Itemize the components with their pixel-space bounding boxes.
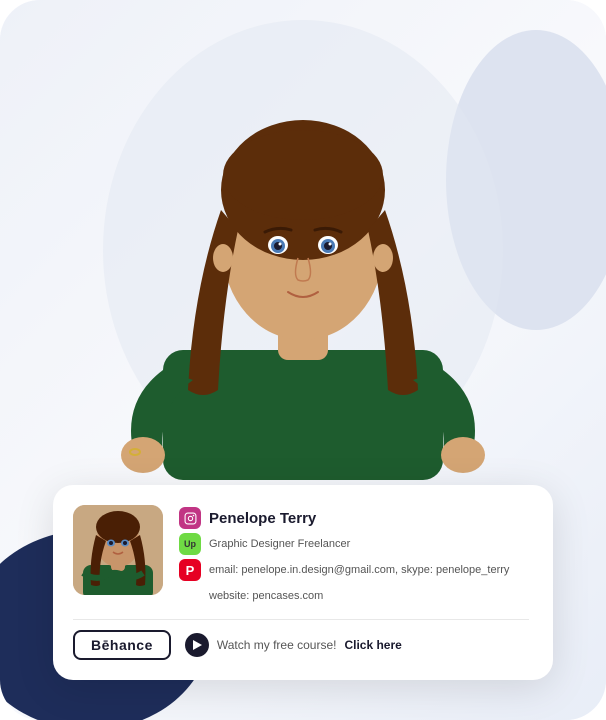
upwork-icon: Up xyxy=(179,533,201,555)
pinterest-icon: P xyxy=(179,559,201,581)
profile-card-wrapper: Penelope Terry Up Graphic Designer Freel… xyxy=(53,485,553,680)
info-rows: Penelope Terry Up Graphic Designer Freel… xyxy=(179,507,529,607)
play-triangle xyxy=(193,640,202,650)
card-top: Penelope Terry Up Graphic Designer Freel… xyxy=(73,505,529,607)
scene: Penelope Terry Up Graphic Designer Freel… xyxy=(0,0,606,720)
email-row: P email: penelope.in.design@gmail.com, s… xyxy=(179,559,529,581)
instagram-icon xyxy=(179,507,201,529)
play-icon[interactable] xyxy=(185,633,209,657)
behance-button[interactable]: Bēhance xyxy=(73,630,171,660)
person-email: email: penelope.in.design@gmail.com, sky… xyxy=(209,564,509,576)
person-website: website: pencases.com xyxy=(209,590,323,602)
profile-card: Penelope Terry Up Graphic Designer Freel… xyxy=(53,485,553,680)
watch-text: Watch my free course! xyxy=(217,638,337,652)
person-name: Penelope Terry xyxy=(209,510,316,527)
title-row: Up Graphic Designer Freelancer xyxy=(179,533,529,555)
person-photo xyxy=(73,0,533,480)
card-bottom: Bēhance Watch my free course! Click here xyxy=(73,630,529,660)
name-row: Penelope Terry xyxy=(179,507,529,529)
avatar xyxy=(73,505,163,595)
website-row: website: pencases.com xyxy=(179,585,529,607)
card-divider xyxy=(73,619,529,620)
click-here-link[interactable]: Click here xyxy=(344,638,401,652)
watch-row: Watch my free course! Click here xyxy=(185,633,402,657)
card-info: Penelope Terry Up Graphic Designer Freel… xyxy=(179,505,529,607)
person-title: Graphic Designer Freelancer xyxy=(209,538,350,550)
